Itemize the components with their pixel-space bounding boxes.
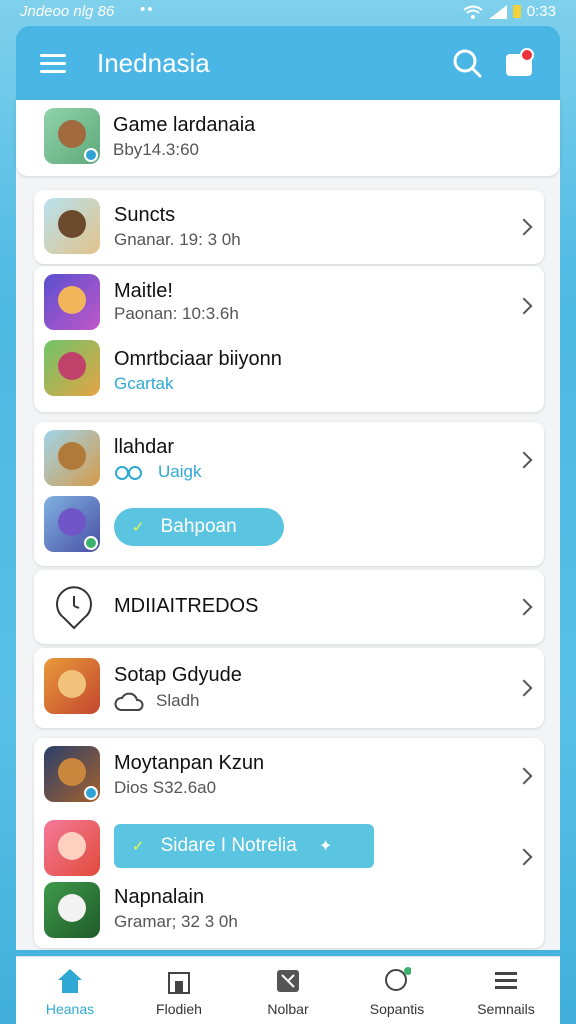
box-icon bbox=[277, 970, 299, 992]
status-right: 0:33 bbox=[463, 3, 556, 20]
nav-label: Heanas bbox=[45, 1001, 95, 1017]
app-window: Inednasia Game lardanaia Bby14.3:60 Sunc… bbox=[16, 26, 560, 1024]
item-title: Sotap Gdyude bbox=[114, 664, 242, 686]
list-item[interactable]: Game lardanaia Bby14.3:60 bbox=[16, 100, 560, 176]
nav-item-toolbar[interactable]: Nolbar bbox=[234, 957, 342, 1024]
item-title: Suncts bbox=[114, 204, 176, 226]
chevron-right-icon[interactable] bbox=[515, 848, 533, 866]
list-item[interactable]: MDIIAITREDOS bbox=[34, 570, 544, 644]
nav-label: Semnails bbox=[477, 1001, 535, 1017]
link-icon bbox=[115, 466, 142, 480]
list-group: Maitle! Paonan: 10:3.6h Omrtbciaar biiyo… bbox=[34, 266, 544, 412]
nav-item-home[interactable]: Heanas bbox=[16, 957, 124, 1024]
nav-label: Nolbar bbox=[267, 1001, 309, 1017]
game-icon bbox=[44, 340, 100, 396]
item-subtitle: Uaigk bbox=[158, 462, 202, 481]
chevron-right-icon[interactable] bbox=[515, 598, 533, 616]
item-subtitle: Gramar; 32 3 0h bbox=[114, 912, 238, 931]
pill-label: Sidare I Notrelia bbox=[160, 835, 297, 856]
status-bar: Jndeoo nlg 86 •• 0:33 bbox=[0, 0, 576, 26]
status-time: 0:33 bbox=[526, 3, 556, 20]
list-item[interactable]: llahdar Uaigk bbox=[34, 422, 544, 492]
pill-label: Bahpoan bbox=[160, 516, 237, 537]
item-subtitle: Sladh bbox=[156, 691, 200, 710]
item-title: Game lardanaia bbox=[113, 114, 256, 136]
action-pill[interactable]: ✓ Bahpoan bbox=[114, 508, 284, 546]
game-icon bbox=[44, 430, 100, 486]
app-list: Game lardanaia Bby14.3:60 Suncts Gnanar.… bbox=[16, 100, 560, 950]
item-subtitle: Paonan: 10:3.6h bbox=[114, 304, 239, 323]
cloud-icon bbox=[114, 692, 144, 711]
list-icon bbox=[495, 972, 517, 989]
item-subtitle: Bby14.3:60 bbox=[113, 140, 200, 159]
bottom-nav: Heanas Flodieh Nolbar Sopantis Semnails bbox=[16, 956, 560, 1024]
chevron-right-icon[interactable] bbox=[515, 679, 533, 697]
home-icon bbox=[58, 969, 82, 993]
chevron-right-icon[interactable] bbox=[515, 767, 533, 785]
item-subtitle: Gcartak bbox=[114, 374, 174, 393]
chevron-right-icon[interactable] bbox=[515, 218, 533, 236]
game-icon bbox=[44, 274, 100, 330]
item-title: Napnalain bbox=[114, 886, 205, 908]
chevron-right-icon[interactable] bbox=[515, 451, 533, 469]
item-subtitle: Gnanar. 19: 3 0h bbox=[114, 230, 241, 249]
notification-icon[interactable] bbox=[506, 48, 536, 78]
nav-item-settings[interactable]: Semnails bbox=[452, 957, 560, 1024]
game-icon bbox=[44, 496, 100, 552]
search-icon bbox=[385, 967, 411, 991]
game-icon bbox=[44, 820, 100, 876]
chevron-right-icon[interactable] bbox=[515, 297, 533, 315]
sparkle-icon: ✦ bbox=[318, 838, 333, 855]
item-title: Maitle! bbox=[114, 280, 173, 302]
list-item[interactable]: Suncts Gnanar. 19: 3 0h bbox=[34, 190, 544, 264]
list-item[interactable]: Moytanpan Kzun Dios S32.6a0 bbox=[34, 738, 544, 814]
check-icon: ✓ bbox=[132, 838, 145, 855]
status-dots: •• bbox=[140, 1, 155, 18]
list-item[interactable]: Napnalain Gramar; 32 3 0h bbox=[34, 880, 544, 946]
item-title: Omrtbciaar biiyonn bbox=[114, 348, 282, 370]
nav-label: Flodieh bbox=[156, 1001, 202, 1017]
building-icon bbox=[168, 972, 190, 994]
list-item[interactable]: Omrtbciaar biiyonn Gcartak bbox=[34, 340, 544, 410]
notification-badge bbox=[520, 48, 534, 62]
game-icon bbox=[44, 108, 100, 164]
nav-item-folder[interactable]: Flodieh bbox=[125, 957, 233, 1024]
item-subtitle: Dios S32.6a0 bbox=[114, 778, 217, 797]
list-group: llahdar Uaigk ✓ Bahpoan bbox=[34, 422, 544, 566]
check-icon: ✓ bbox=[132, 519, 145, 536]
app-header: Inednasia bbox=[16, 26, 560, 100]
search-icon[interactable] bbox=[452, 48, 482, 78]
game-icon bbox=[44, 746, 100, 802]
item-title: MDIIAITREDOS bbox=[114, 595, 259, 617]
nav-item-search[interactable]: Sopantis bbox=[343, 957, 451, 1024]
list-item[interactable]: Maitle! Paonan: 10:3.6h bbox=[34, 266, 544, 346]
list-group: Moytanpan Kzun Dios S32.6a0 ✓ Sidare I N… bbox=[34, 738, 544, 948]
battery-icon bbox=[512, 5, 521, 18]
action-pill[interactable]: ✓ Sidare I Notrelia ✦ bbox=[114, 824, 374, 868]
game-icon bbox=[44, 198, 100, 254]
menu-icon[interactable] bbox=[40, 54, 66, 73]
status-text: Jndeoo nlg 86 bbox=[20, 3, 115, 20]
game-icon bbox=[44, 882, 100, 938]
clock-pin-icon bbox=[56, 586, 92, 630]
page-title: Inednasia bbox=[97, 48, 210, 78]
wifi-icon bbox=[463, 5, 483, 19]
list-item[interactable]: Sotap Gdyude Sladh bbox=[34, 648, 544, 728]
item-title: llahdar bbox=[114, 436, 175, 458]
signal-icon bbox=[488, 4, 507, 19]
item-title: Moytanpan Kzun bbox=[114, 752, 265, 774]
nav-label: Sopantis bbox=[369, 1001, 425, 1017]
game-icon bbox=[44, 658, 100, 714]
